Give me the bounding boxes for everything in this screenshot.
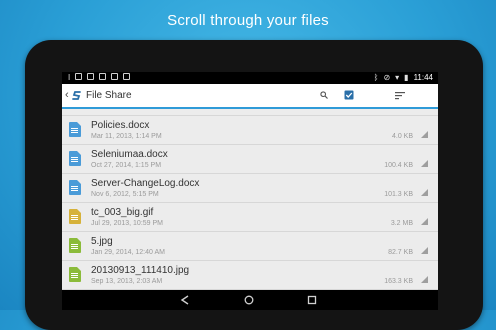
file-list-item[interactable]: tc_003_big.gif Jul 29, 2013, 10:59 PM 3.2 …	[62, 203, 438, 232]
file-size: 3.2 MB	[390, 220, 413, 227]
notification-icons: I	[68, 73, 131, 82]
image-icon	[69, 238, 81, 253]
doc-icon	[69, 151, 81, 166]
file-name: 20130913_111410.jpg	[91, 265, 190, 276]
search-icon[interactable]	[320, 91, 328, 99]
promo-caption: Scroll through your files	[167, 12, 329, 29]
file-date: Jul 29, 2013, 10:59 PM	[91, 220, 163, 227]
item-menu-corner-icon[interactable]	[421, 218, 428, 225]
wifi-icon: ▾	[395, 73, 400, 82]
gallery-notification-icon	[87, 73, 95, 80]
app-logo-icon[interactable]	[72, 90, 82, 101]
file-name: tc_003_big.gif	[91, 207, 154, 218]
mail-notification-icon	[111, 73, 119, 80]
alarm-icon: ⊘	[383, 73, 391, 82]
status-time: 11:44	[413, 73, 433, 82]
file-list-item[interactable]: Seleniumaa.docx Oct 27, 2014, 1:15 PM 100.…	[62, 145, 438, 174]
file-name: Seleniumaa.docx	[91, 149, 168, 160]
file-list-item[interactable]: 20130913_111410.jpg Sep 13, 2013, 2:03 AM…	[62, 261, 438, 290]
image-icon	[69, 267, 81, 282]
app-bar: ‹ File Share	[62, 84, 438, 109]
file-list-item[interactable]: 5.jpg Jan 29, 2014, 12:40 AM 82.7 KB	[62, 232, 438, 261]
nav-home-icon[interactable]	[244, 295, 254, 305]
nav-recents-icon[interactable]	[307, 295, 317, 305]
photo-notification-icon	[99, 73, 107, 80]
system-navigation-bar	[62, 290, 438, 310]
item-menu-corner-icon[interactable]	[421, 276, 428, 283]
file-date: Oct 27, 2014, 1:15 PM	[91, 162, 162, 169]
file-name: Server-ChangeLog.docx	[91, 178, 200, 189]
image-notification-icon	[75, 73, 83, 80]
bluetooth-icon: ᛒ	[373, 73, 379, 82]
item-menu-corner-icon[interactable]	[421, 160, 428, 167]
file-list-item[interactable]: Server-ChangeLog.docx Nov 6, 2012, 5:15 P…	[62, 174, 438, 203]
item-menu-corner-icon[interactable]	[421, 131, 428, 138]
list-item-partial	[62, 109, 438, 116]
doc-icon	[69, 122, 81, 137]
file-date: Mar 11, 2013, 1:14 PM	[91, 133, 162, 140]
file-size: 101.3 KB	[384, 191, 413, 198]
item-menu-corner-icon[interactable]	[421, 247, 428, 254]
page-title: File Share	[86, 90, 132, 101]
system-icons: ᛒ ⊘ ▾ ▮ 11:44	[374, 73, 433, 82]
file-date: Nov 6, 2012, 5:15 PM	[91, 191, 159, 198]
nav-back-icon[interactable]	[180, 295, 190, 305]
battery-icon: ▮	[404, 73, 409, 82]
cursor-icon: I	[68, 73, 71, 82]
file-name: Policies.docx	[91, 120, 150, 131]
doc-icon	[69, 180, 81, 195]
select-checkbox-icon[interactable]	[344, 90, 354, 100]
item-menu-corner-icon[interactable]	[421, 189, 428, 196]
file-name: 5.jpg	[91, 236, 113, 247]
sort-icon[interactable]	[395, 91, 405, 100]
file-date: Jan 29, 2014, 12:40 AM	[91, 249, 165, 256]
file-date: Sep 13, 2013, 2:03 AM	[91, 278, 163, 285]
back-chevron-icon[interactable]: ‹	[65, 89, 69, 101]
file-size: 100.4 KB	[384, 162, 413, 169]
app-screen: I ᛒ ⊘ ▾ ▮ 11:44 ‹ File Share Policies.do…	[62, 72, 438, 310]
status-bar: I ᛒ ⊘ ▾ ▮ 11:44	[62, 72, 438, 84]
file-list-item[interactable]: Policies.docx Mar 11, 2013, 1:14 PM 4.0 KB	[62, 116, 438, 145]
file-size: 163.3 KB	[384, 278, 413, 285]
app-notification-icon	[123, 73, 131, 80]
file-size: 4.0 KB	[391, 133, 413, 140]
gif-icon	[69, 209, 81, 224]
file-list: Policies.docx Mar 11, 2013, 1:14 PM 4.0 KB…	[62, 109, 438, 290]
file-size: 82.7 KB	[388, 249, 413, 256]
